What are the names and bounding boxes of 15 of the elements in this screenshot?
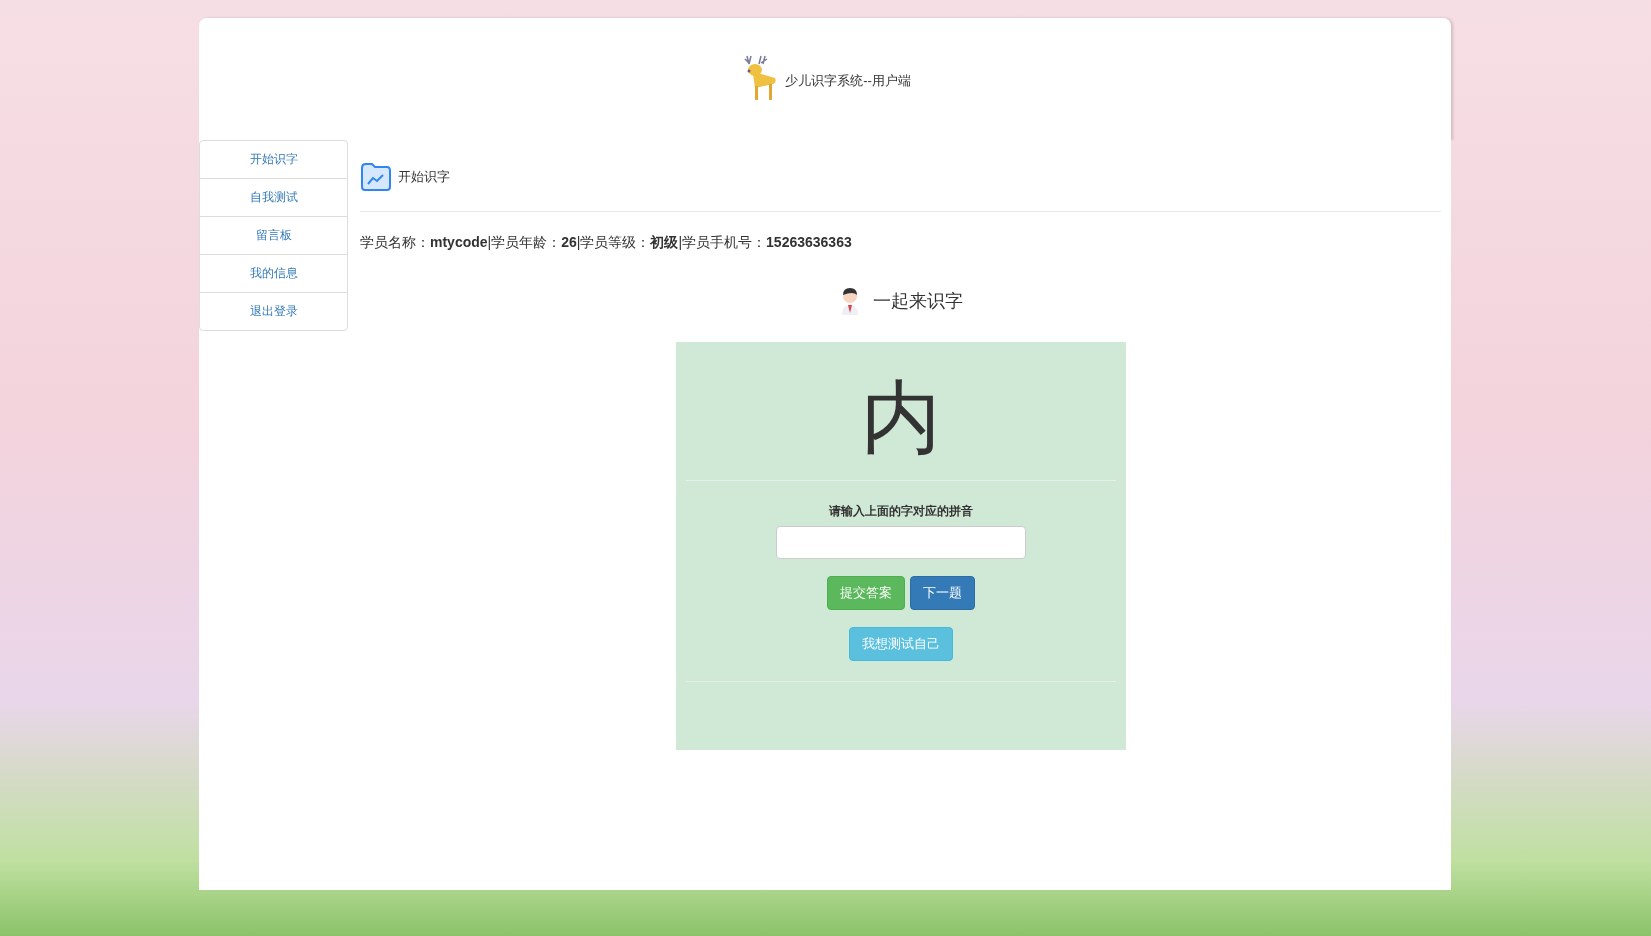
quiz-title: 一起来识字 [872,290,963,313]
sidebar-item[interactable]: 我的信息 [199,254,348,293]
quiz-character: 内 [860,378,941,464]
student-info: 学员名称：mtycode|学员年龄：26|学员等级：初级|学员手机号：15263636363 [360,234,853,252]
pinyin-prompt: 请输入上面的字对应的拼音 [828,503,973,520]
chart-folder-icon [360,161,392,192]
sidebar-item[interactable]: 退出登录 [199,292,348,331]
pinyin-input-field[interactable] [775,526,1026,559]
sidebar-item[interactable]: 自我测试 [199,178,348,217]
sidebar-item[interactable]: 留言板 [199,216,348,255]
page-heading: 开始识字 [398,167,450,186]
app-title: 少儿识字系统--用户端 [785,72,911,90]
submit-button[interactable]: 提交答案 [826,576,905,610]
sidebar-item[interactable]: 开始识字 [199,140,348,179]
next-button[interactable]: 下一题 [909,576,975,610]
